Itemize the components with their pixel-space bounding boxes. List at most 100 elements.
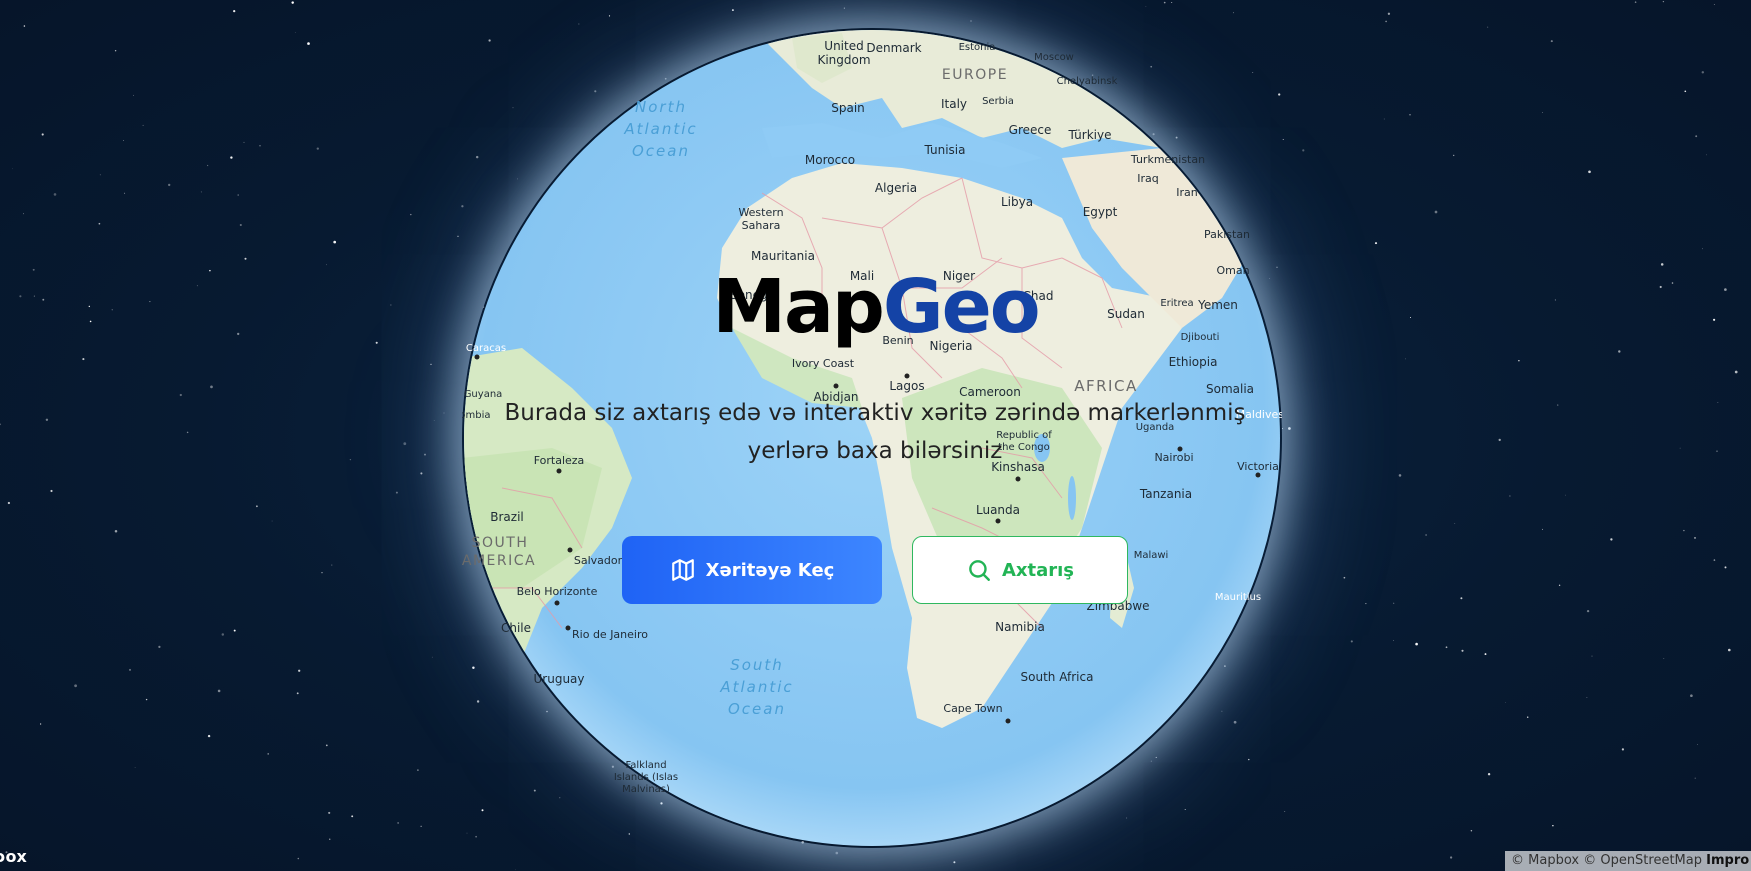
ocean-label: Ocean	[728, 700, 786, 718]
star	[349, 458, 352, 461]
star	[1343, 576, 1346, 579]
star	[1393, 602, 1395, 604]
place-label: Salvador	[574, 554, 623, 567]
star	[296, 692, 299, 695]
place-label: Iraq	[1137, 172, 1159, 185]
star	[217, 689, 221, 693]
hero-title-map: Map	[712, 264, 885, 350]
star	[1550, 40, 1553, 43]
star	[420, 825, 422, 827]
star	[1393, 640, 1394, 642]
place-label: Caracas	[466, 343, 506, 354]
star	[1634, 1, 1637, 3]
place-label: Egypt	[1083, 205, 1118, 219]
star	[333, 240, 337, 244]
hero-subtitle: Burada siz axtarış edə və interaktiv xər…	[504, 400, 1246, 464]
star	[1717, 402, 1719, 403]
star	[244, 257, 247, 260]
place-label: Italy	[941, 97, 967, 111]
place-label: Ivory Coast	[792, 357, 855, 370]
star	[1405, 358, 1406, 360]
star	[843, 7, 845, 9]
star	[1713, 559, 1716, 561]
place-label: Ethiopia	[1169, 355, 1218, 369]
place-label: Chelyabinsk	[1057, 76, 1118, 87]
star	[1701, 71, 1705, 74]
place-label: Islands (Islas	[614, 772, 678, 783]
star	[1453, 154, 1455, 157]
go-to-map-button[interactable]: Xəritəyə Keç	[622, 536, 882, 604]
attribution-text[interactable]: © Mapbox © OpenStreetMap	[1511, 853, 1702, 868]
star	[1621, 748, 1625, 751]
place-label: Mauritius	[1215, 592, 1261, 603]
star	[1454, 522, 1456, 524]
star	[114, 529, 118, 533]
place-label: Cape Town	[943, 702, 1002, 715]
place-label: Western	[738, 206, 783, 219]
star	[294, 32, 296, 33]
ocean-label: South	[730, 656, 784, 674]
star	[1683, 529, 1685, 532]
star	[133, 94, 134, 96]
star	[298, 669, 301, 672]
star	[1663, 658, 1665, 660]
search-icon	[966, 557, 992, 583]
star	[1470, 830, 1473, 832]
star	[1588, 170, 1591, 174]
star	[410, 213, 412, 216]
star	[430, 363, 432, 366]
star	[256, 505, 258, 508]
continent-label: EUROPE	[942, 67, 1008, 83]
star	[179, 393, 182, 397]
place-label: South Africa	[1021, 670, 1094, 684]
continent-label: SOUTH	[472, 535, 529, 551]
place-label: Greece	[1009, 123, 1052, 137]
star	[431, 656, 433, 658]
star	[123, 140, 124, 142]
place-label: Tanzania	[1139, 487, 1192, 501]
map-attribution: © Mapbox © OpenStreetMap Impro	[1505, 851, 1751, 871]
star	[328, 811, 331, 814]
star	[239, 223, 242, 227]
star	[1385, 20, 1387, 23]
search-button[interactable]: Axtarış	[912, 536, 1128, 604]
place-label: Lagos	[889, 379, 924, 393]
star	[1526, 716, 1529, 718]
star	[1498, 438, 1501, 442]
place-label: Namibia	[995, 620, 1045, 634]
star	[1281, 428, 1284, 430]
place-label: Falkland	[625, 760, 666, 771]
place-label: Morocco	[805, 153, 855, 167]
map-icon	[670, 557, 696, 583]
star	[1542, 528, 1543, 530]
star	[331, 564, 333, 566]
improve-map-link[interactable]: Impro	[1706, 853, 1749, 868]
star	[134, 767, 136, 768]
star	[1727, 648, 1731, 652]
star	[1586, 609, 1590, 613]
star	[41, 133, 44, 136]
star	[1425, 534, 1427, 536]
mapbox-logo[interactable]: ɔox	[0, 847, 27, 866]
star	[1724, 566, 1727, 569]
place-label: Rio de Janeiro	[572, 628, 648, 641]
star	[1591, 655, 1593, 657]
place-label: Belo Horizonte	[517, 585, 598, 598]
continent-label: AMERICA	[462, 553, 536, 569]
place-label: Chile	[501, 621, 531, 635]
star	[200, 191, 202, 193]
star	[1662, 0, 1665, 3]
star	[291, 1, 294, 4]
place-label: Algeria	[875, 181, 917, 195]
star	[158, 645, 161, 649]
star	[325, 264, 327, 266]
star	[128, 668, 132, 671]
star	[7, 501, 11, 505]
star	[243, 141, 245, 143]
star	[0, 423, 1, 426]
star	[1565, 494, 1566, 496]
place-label: United	[824, 39, 863, 53]
star	[1684, 90, 1687, 93]
star	[307, 42, 310, 45]
star	[237, 194, 239, 196]
